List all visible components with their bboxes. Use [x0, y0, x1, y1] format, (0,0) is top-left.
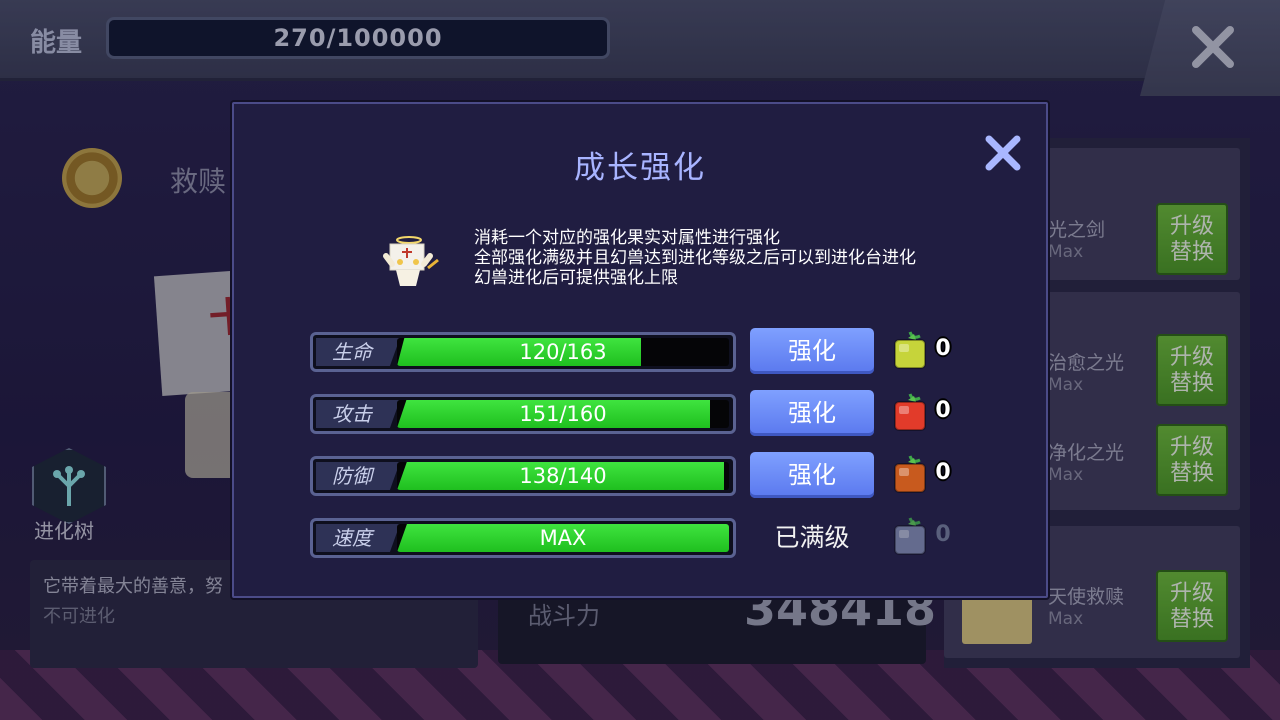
- stat-label: 攻击: [316, 400, 400, 428]
- mascot-icon: [383, 236, 439, 286]
- fruit-icon: [894, 393, 926, 431]
- stat-bar: 生命 120/163: [310, 332, 736, 372]
- close-icon[interactable]: [984, 134, 1022, 172]
- stat-row: 生命 120/163 强化 0: [310, 328, 970, 374]
- stat-value: MAX: [539, 526, 587, 550]
- growth-enhance-dialog: 成长强化 消耗一个对应的强化果实对属性进行强化 全部强化满级并且幻兽达到进化等级…: [232, 102, 1048, 598]
- stat-row: 速度 MAX 已满级 0: [310, 517, 970, 558]
- fruit-icon: [894, 517, 926, 555]
- fruit-count: 0: [935, 460, 951, 485]
- maxed-label: 已满级: [774, 523, 850, 552]
- stat-value: 138/140: [519, 464, 607, 488]
- fruit-count: 0: [935, 398, 951, 423]
- info-text: 消耗一个对应的强化果实对属性进行强化 全部强化满级并且幻兽达到进化等级之后可以到…: [474, 228, 916, 288]
- info-line: 消耗一个对应的强化果实对属性进行强化: [474, 228, 780, 248]
- dialog-title: 成长强化: [574, 150, 706, 186]
- enhance-button[interactable]: 强化: [750, 390, 874, 436]
- stat-row: 防御 138/140 强化 0: [310, 452, 970, 498]
- stat-bar: 速度 MAX: [310, 518, 736, 558]
- stat-value: 120/163: [519, 340, 607, 364]
- stat-label: 防御: [316, 462, 400, 490]
- enhance-button[interactable]: 强化: [750, 328, 874, 374]
- enhance-button[interactable]: 强化: [750, 452, 874, 498]
- fruit-icon: [894, 331, 926, 369]
- stat-row: 攻击 151/160 强化 0: [310, 390, 970, 436]
- stat-value: 151/160: [519, 402, 607, 426]
- fruit-count: 0: [935, 522, 951, 547]
- info-line: 幻兽进化后可提供强化上限: [474, 268, 678, 288]
- stat-label: 生命: [316, 338, 400, 366]
- info-line: 全部强化满级并且幻兽达到进化等级之后可以到进化台进化: [474, 248, 916, 268]
- stat-label: 速度: [316, 524, 400, 552]
- stat-bar: 攻击 151/160: [310, 394, 736, 434]
- fruit-icon: [894, 455, 926, 493]
- fruit-count: 0: [935, 336, 951, 361]
- stat-bar: 防御 138/140: [310, 456, 736, 496]
